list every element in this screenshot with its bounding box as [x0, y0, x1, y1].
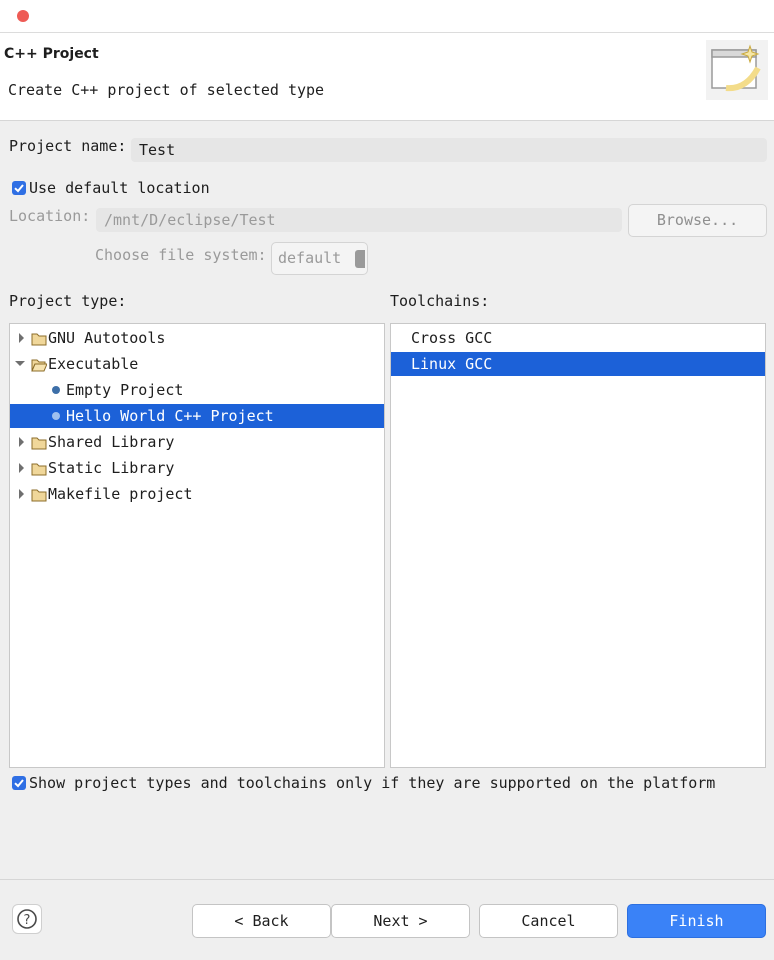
toolchains-label: Toolchains:: [390, 292, 490, 310]
chevron-right-icon[interactable]: [16, 326, 28, 350]
chevron-down-icon: [355, 250, 365, 268]
close-window-button[interactable]: [17, 10, 29, 22]
tree-item-makefile-project[interactable]: Makefile project: [10, 482, 384, 506]
show-supported-only-label[interactable]: Show project types and toolchains only i…: [29, 774, 715, 792]
toolchain-label: Cross GCC: [411, 329, 493, 347]
help-icon: ?: [17, 909, 37, 929]
back-button[interactable]: < Back: [192, 904, 331, 938]
location-input[interactable]: /mnt/D/eclipse/Test: [96, 208, 622, 232]
svg-text:?: ?: [24, 913, 31, 928]
project-type-tree[interactable]: GNU Autotools Executable Empty Project H…: [9, 323, 385, 768]
page-title: C++ Project: [4, 46, 99, 62]
toolchain-item-linux-gcc[interactable]: Linux GCC: [391, 352, 765, 376]
toolchain-item-cross-gcc[interactable]: Cross GCC: [391, 326, 765, 350]
project-name-input[interactable]: Test: [131, 138, 767, 162]
file-system-label: Choose file system:: [95, 246, 267, 264]
project-type-label: Project type:: [9, 292, 127, 310]
file-system-value: default: [278, 249, 342, 267]
tree-item-label: Empty Project: [66, 381, 184, 399]
tree-item-label: GNU Autotools: [48, 329, 166, 347]
checkmark-icon: [14, 779, 24, 788]
chevron-right-icon[interactable]: [16, 482, 28, 506]
tree-item-executable[interactable]: Executable: [10, 352, 384, 376]
tree-item-empty-project[interactable]: Empty Project: [10, 378, 384, 402]
footer-divider: [0, 879, 774, 880]
tree-item-shared-library[interactable]: Shared Library: [10, 430, 384, 454]
cancel-button[interactable]: Cancel: [479, 904, 618, 938]
tree-item-label: Executable: [48, 355, 139, 373]
folder-icon: [31, 326, 47, 350]
title-bar: [0, 0, 774, 33]
tree-item-label: Makefile project: [48, 485, 193, 503]
folder-icon: [31, 482, 47, 506]
finish-button[interactable]: Finish: [627, 904, 766, 938]
new-project-wizard-icon: [706, 40, 768, 100]
tree-item-label: Static Library: [48, 459, 175, 477]
next-button[interactable]: Next >: [331, 904, 470, 938]
tree-item-static-library[interactable]: Static Library: [10, 456, 384, 480]
folder-open-icon: [31, 352, 48, 376]
location-label: Location:: [9, 207, 91, 225]
template-dot-icon: [50, 378, 62, 402]
chevron-right-icon[interactable]: [16, 456, 28, 480]
checkmark-icon: [14, 184, 24, 193]
tree-item-gnu-autotools[interactable]: GNU Autotools: [10, 326, 384, 350]
toolchain-label: Linux GCC: [411, 355, 493, 373]
folder-icon: [31, 456, 47, 480]
template-dot-icon: [50, 404, 62, 428]
tree-item-label: Hello World C++ Project: [66, 407, 274, 425]
show-supported-only-checkbox[interactable]: [12, 776, 26, 790]
chevron-right-icon[interactable]: [16, 430, 28, 454]
file-system-select[interactable]: default: [271, 242, 368, 275]
use-default-location-checkbox[interactable]: [12, 181, 26, 195]
tree-item-hello-world-cpp-project[interactable]: Hello World C++ Project: [10, 404, 384, 428]
browse-button[interactable]: Browse...: [628, 204, 767, 237]
page-description: Create C++ project of selected type: [8, 81, 325, 99]
toolchains-list[interactable]: Cross GCC Linux GCC: [390, 323, 766, 768]
use-default-location-label[interactable]: Use default location: [29, 179, 210, 197]
wizard-header: [0, 33, 774, 121]
help-button[interactable]: ?: [12, 904, 42, 934]
tree-item-label: Shared Library: [48, 433, 175, 451]
chevron-down-icon[interactable]: [14, 352, 26, 376]
project-name-label: Project name:: [9, 137, 127, 155]
folder-icon: [31, 430, 47, 454]
